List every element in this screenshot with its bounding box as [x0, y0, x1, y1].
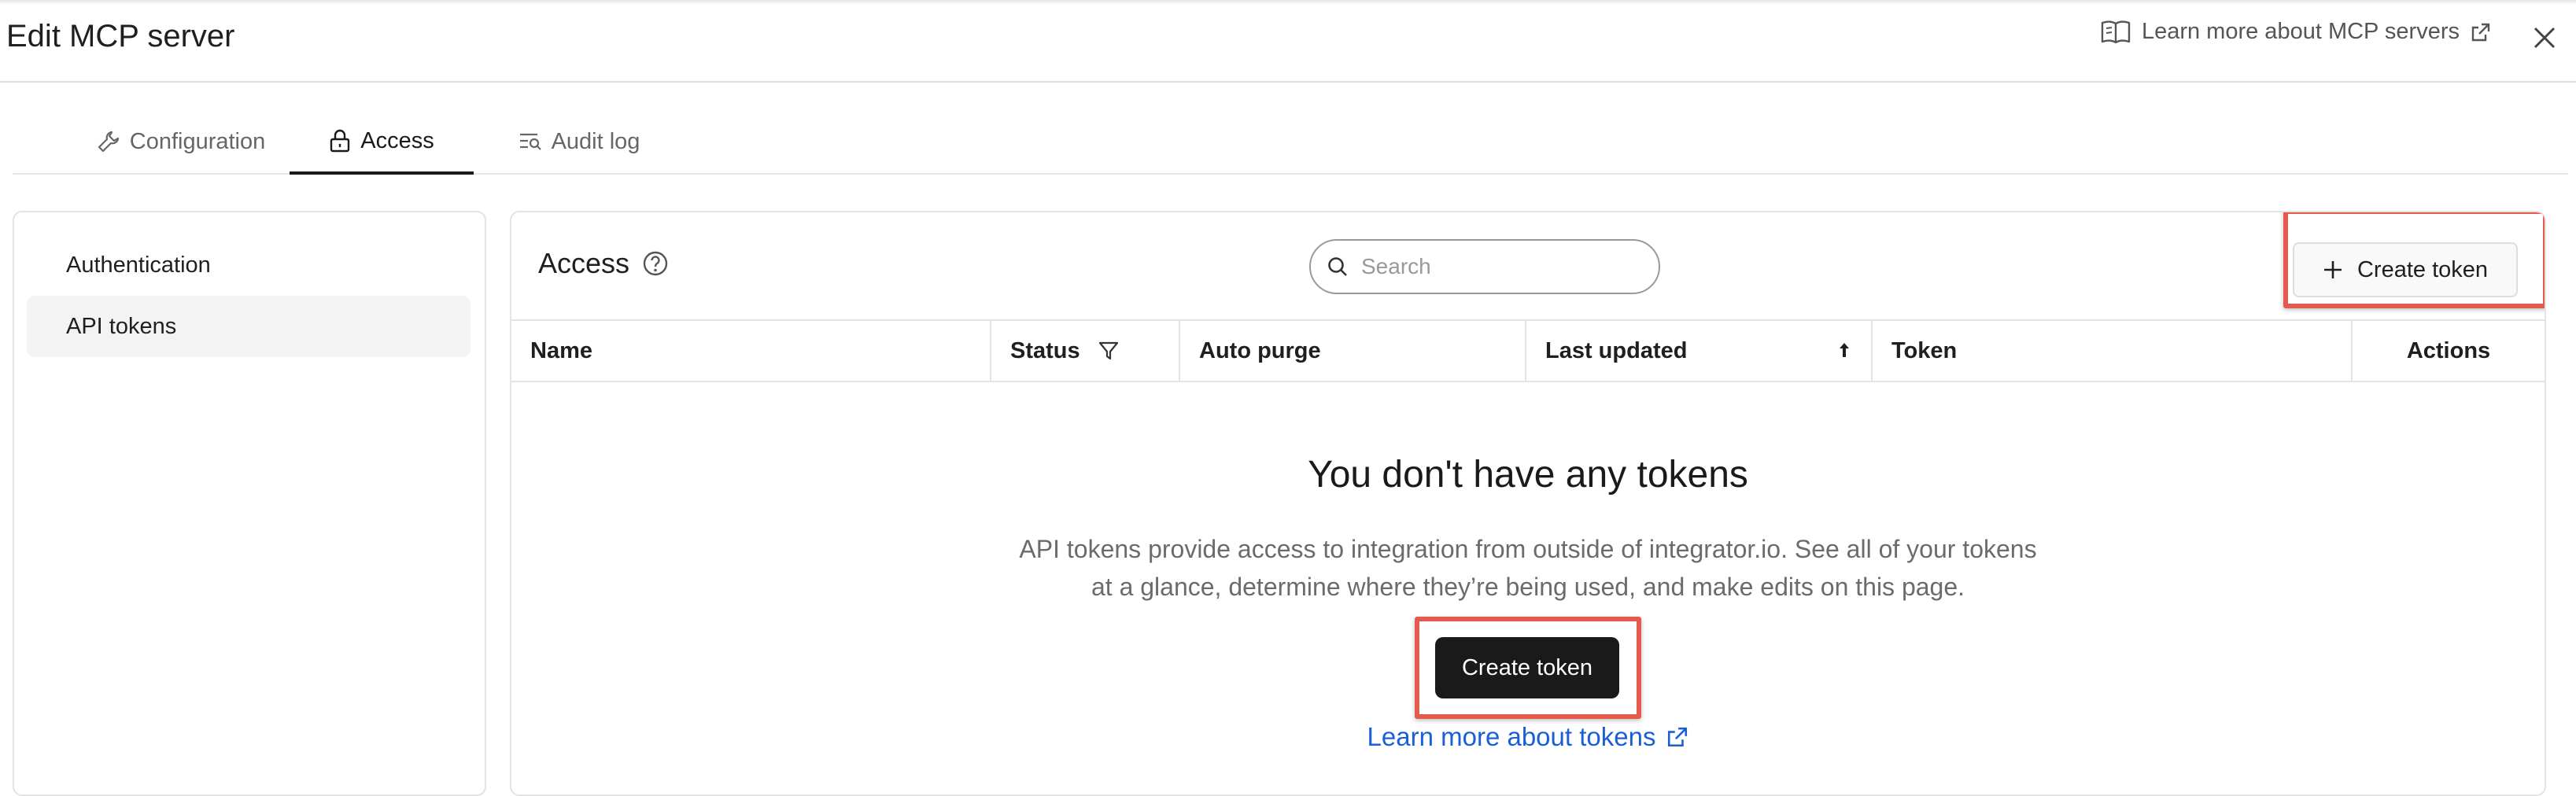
empty-state-title: You don't have any tokens [1308, 454, 1748, 496]
sidebar-item-label: Authentication [66, 252, 211, 278]
external-link-icon [2471, 23, 2490, 41]
filter-icon[interactable] [1098, 340, 1120, 362]
close-icon [2534, 27, 2556, 49]
sidebar-item-label: API tokens [66, 313, 177, 339]
learn-more-tokens-label: Learn more about tokens [1367, 722, 1656, 751]
lock-icon [330, 129, 350, 153]
tab-access[interactable]: Access [290, 110, 474, 175]
learn-more-tokens-link[interactable]: Learn more about tokens [511, 722, 2545, 752]
column-header-name[interactable]: Name [511, 321, 991, 381]
column-label: Status [1010, 337, 1080, 363]
empty-state-description: API tokens provide access to integration… [511, 530, 2545, 606]
tab-configuration[interactable]: Configuration [76, 110, 286, 173]
highlight-box-empty-button [1415, 617, 1641, 719]
dialog-header: Edit MCP server Learn more about MCP ser… [0, 0, 2576, 83]
column-header-auto-purge[interactable]: Auto purge [1180, 321, 1526, 381]
learn-more-mcp-link[interactable]: Learn more about MCP servers [2101, 19, 2491, 45]
table-header: Name Status Auto purge Last updated Toke… [511, 319, 2545, 382]
search-icon [1328, 257, 1347, 276]
learn-more-mcp-label: Learn more about MCP servers [2141, 19, 2460, 44]
external-link-icon [1668, 727, 1688, 747]
column-header-token[interactable]: Token [1873, 321, 2353, 381]
sidebar-item-authentication[interactable]: Authentication [27, 234, 471, 296]
tab-audit-log-label: Audit log [551, 128, 640, 154]
empty-state-description-line: API tokens provide access to integration… [1019, 535, 2037, 563]
panel-header: Access Create token [511, 212, 2545, 319]
audit-list-icon [519, 133, 541, 150]
column-label: Name [530, 337, 592, 363]
column-label: Token [1891, 337, 1958, 363]
page-title: Edit MCP server [6, 19, 235, 53]
column-label: Last updated [1545, 337, 1688, 363]
wrench-icon [98, 131, 119, 153]
search-input[interactable] [1360, 253, 1646, 280]
empty-state-description-line: at a glance, determine where they’re bei… [1091, 573, 1965, 601]
tab-bar: Configuration Access Audit log [13, 110, 2568, 175]
column-header-last-updated[interactable]: Last updated [1526, 321, 1873, 381]
column-header-status[interactable]: Status [991, 321, 1180, 381]
search-box[interactable] [1309, 239, 1660, 294]
panel-title-text: Access [538, 247, 630, 279]
tab-audit-log[interactable]: Audit log [500, 110, 658, 173]
close-button[interactable] [2529, 22, 2560, 53]
sidebar-item-api-tokens[interactable]: API tokens [27, 296, 471, 357]
book-icon [2101, 20, 2131, 43]
access-panel: Access Create token Name [510, 211, 2546, 796]
tab-access-label: Access [360, 127, 434, 153]
sort-ascending-icon[interactable] [1838, 341, 1851, 359]
help-icon[interactable] [642, 250, 669, 277]
panel-title: Access [538, 247, 669, 280]
highlight-box-header-button [2283, 212, 2545, 308]
sidebar: Authentication API tokens [13, 211, 486, 796]
tab-configuration-label: Configuration [129, 128, 266, 154]
column-label: Auto purge [1199, 337, 1321, 363]
column-label: Actions [2406, 337, 2491, 363]
column-header-actions: Actions [2353, 321, 2545, 381]
